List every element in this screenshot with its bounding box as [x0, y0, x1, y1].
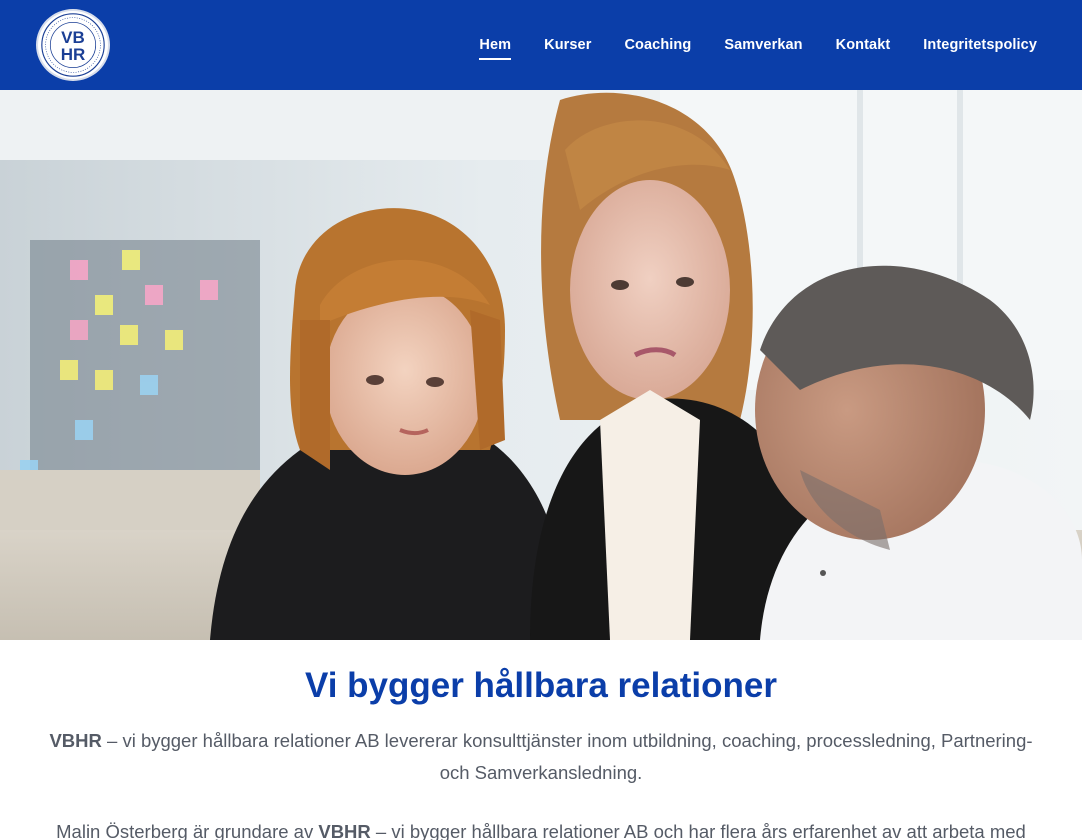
body-prefix: Malin Österberg är grundare av [56, 821, 319, 840]
intro-paragraph: VBHR – vi bygger hållbara relationer AB … [40, 725, 1042, 789]
logo-line2: HR [61, 45, 86, 64]
intro-text: – vi bygger hållbara relationer AB lever… [101, 730, 1033, 783]
nav-item-hem[interactable]: Hem [479, 36, 511, 60]
main-navigation: Hem Kurser Coaching Samverkan Kontakt In… [446, 36, 1037, 60]
hero-image [0, 90, 1082, 640]
page-headline: Vi bygger hållbara relationer [304, 666, 778, 705]
nav-item-samverkan[interactable]: Samverkan [724, 36, 802, 56]
vbhr-logo[interactable]: VB HR [36, 9, 110, 81]
nav-item-coaching[interactable]: Coaching [624, 36, 691, 56]
nav-item-integritetspolicy[interactable]: Integritetspolicy [923, 36, 1037, 56]
team-meeting-photo-icon [0, 90, 1082, 640]
nav-item-kurser[interactable]: Kurser [544, 36, 591, 56]
body-brand: VBHR [318, 821, 371, 840]
intro-brand: VBHR [49, 730, 102, 751]
body-paragraph: Malin Österberg är grundare av VBHR – vi… [0, 816, 1082, 840]
site-header: VB HR Hem Kurser Coaching Samverkan Kont… [0, 0, 1082, 90]
logo-badge-icon: VB HR [41, 13, 105, 77]
nav-item-kontakt[interactable]: Kontakt [836, 36, 891, 56]
body-text: – vi bygger hållbara relationer AB och h… [370, 821, 1026, 840]
